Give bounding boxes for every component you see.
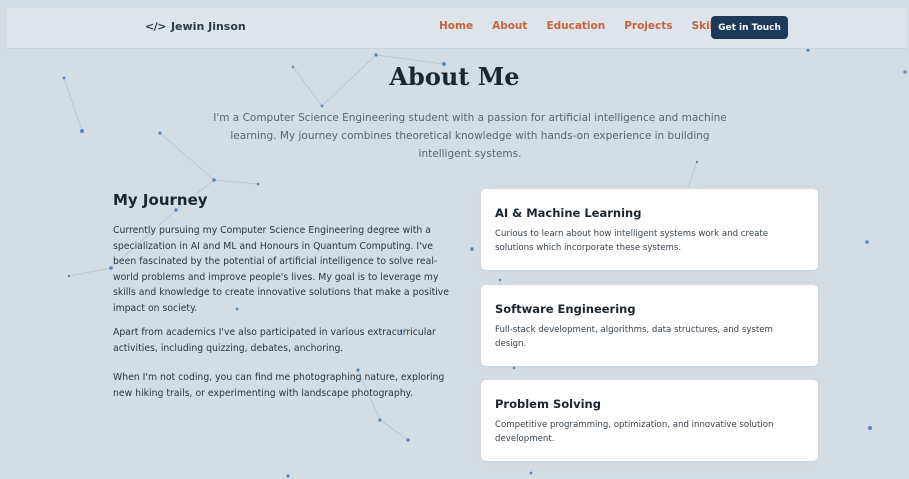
card-problem-solving: Problem Solving Competitive programming,… xyxy=(481,380,818,461)
navbar: </> Jewin Jinson Home About Education Pro… xyxy=(7,8,907,49)
nav-link-projects[interactable]: Projects xyxy=(624,20,672,32)
brand-logo[interactable]: </> Jewin Jinson xyxy=(145,20,246,33)
card-software-engineering: Software Engineering Full-stack developm… xyxy=(481,285,818,366)
page-title: About Me xyxy=(389,62,520,91)
journey-title: My Journey xyxy=(113,191,208,209)
card-description: Competitive programming, optimization, a… xyxy=(495,420,774,444)
get-in-touch-button[interactable]: Get in Touch xyxy=(711,16,788,39)
nav-link-education[interactable]: Education xyxy=(546,20,605,32)
card-ai-ml: AI & Machine Learning Curious to learn a… xyxy=(481,189,818,270)
about-intro: I'm a Computer Science Engineering stude… xyxy=(213,112,727,160)
journey-paragraph-2: Apart from academics I've also participa… xyxy=(113,327,436,354)
card-title: AI & Machine Learning xyxy=(495,206,642,220)
journey-paragraph-3: When I'm not coding, you can find me pho… xyxy=(113,372,445,399)
code-brackets-icon: </> xyxy=(145,20,166,33)
nav-link-home[interactable]: Home xyxy=(439,20,473,32)
card-description: Full-stack development, algorithms, data… xyxy=(495,325,773,349)
nav-links: Home About Education Projects Skills xyxy=(439,20,723,32)
card-title: Problem Solving xyxy=(495,397,601,411)
nav-link-about[interactable]: About xyxy=(492,20,527,32)
card-description: Curious to learn about how intelligent s… xyxy=(495,229,769,253)
brand-name: Jewin Jinson xyxy=(170,20,246,33)
card-title: Software Engineering xyxy=(495,302,636,316)
journey-paragraph-1: Currently pursuing my Computer Science E… xyxy=(113,225,450,314)
